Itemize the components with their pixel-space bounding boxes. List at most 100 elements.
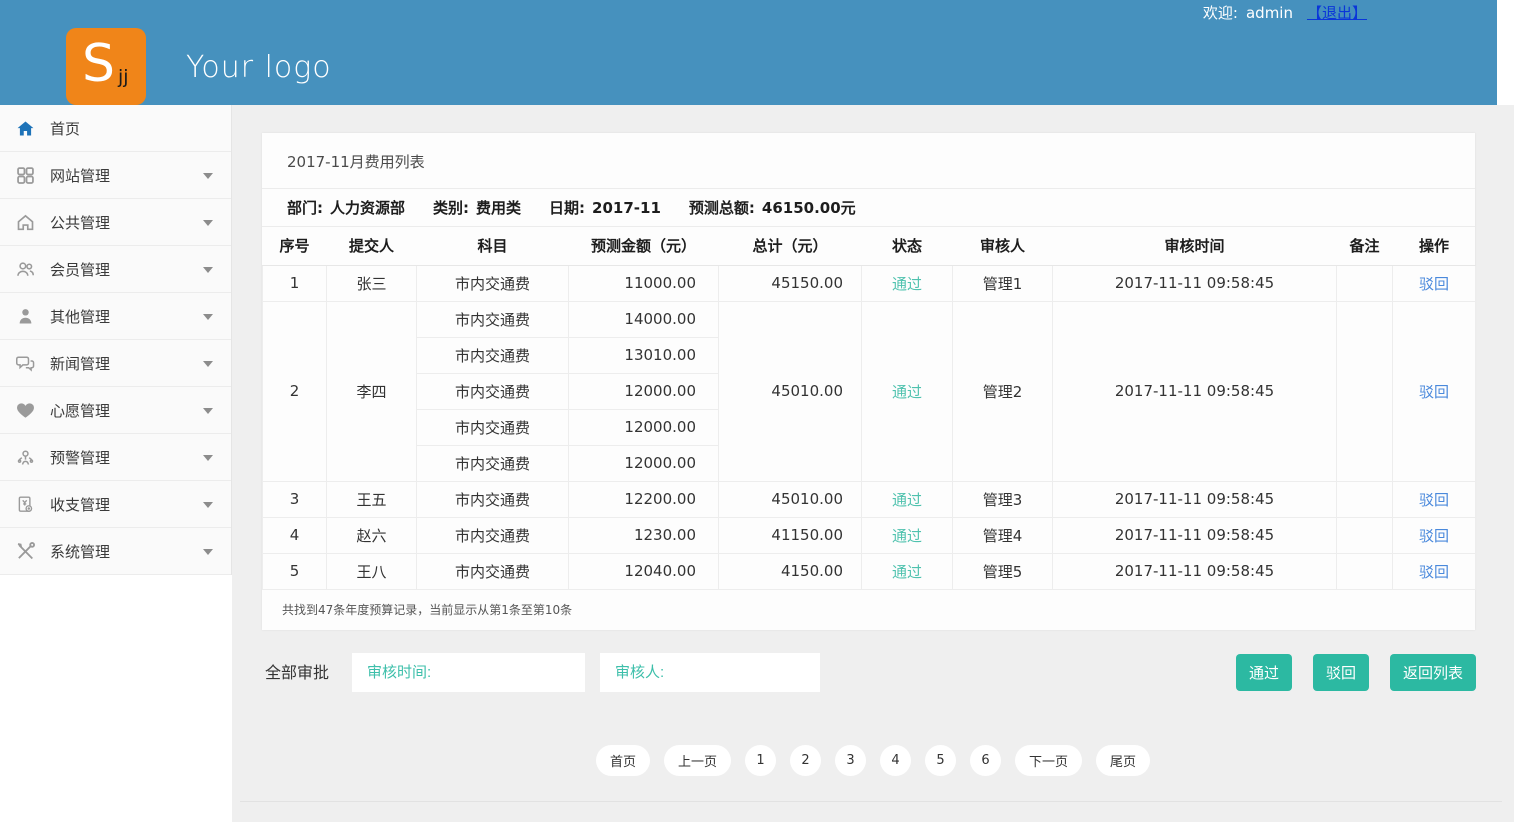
cell-action: 驳回 [1393, 553, 1476, 589]
approval-buttons: 通过 驳回 返回列表 [1236, 654, 1476, 691]
cell-remark [1337, 301, 1393, 481]
sidebar-item-label: 心愿管理 [50, 400, 110, 421]
cell-audit-time: 2017-11-11 09:58:45 [1053, 265, 1337, 301]
cell-audit-time: 2017-11-11 09:58:45 [1053, 481, 1337, 517]
reject-button[interactable]: 驳回 [1313, 654, 1369, 691]
sidebar-item-5[interactable]: 其他管理 [0, 293, 231, 340]
cell-audit-time: 2017-11-11 09:58:45 [1053, 517, 1337, 553]
table-row: 2李四市内交通费14000.0045010.00通过管理22017-11-11 … [263, 301, 1476, 337]
cell-seq: 3 [263, 481, 327, 517]
sidebar-item-6[interactable]: 新闻管理 [0, 340, 231, 387]
cell-auditor: 管理4 [953, 517, 1053, 553]
col-auditor: 审核人 [953, 227, 1053, 265]
sidebar-item-3[interactable]: 公共管理 [0, 199, 231, 246]
pagination-last[interactable]: 尾页 [1096, 745, 1150, 776]
users-icon [14, 258, 36, 280]
filter-value: 人力资源部 [330, 199, 405, 217]
pagination-page-5[interactable]: 5 [925, 745, 956, 776]
cell-subject: 市内交通费 [417, 265, 569, 301]
bottom-divider [240, 801, 1502, 802]
sidebar-item-10[interactable]: 系统管理 [0, 528, 231, 575]
pagination-page-3[interactable]: 3 [835, 745, 866, 776]
grid-icon [14, 164, 36, 186]
sidebar-item-label: 公共管理 [50, 212, 110, 233]
cell-status: 通过 [862, 301, 953, 481]
cell-subject: 市内交通费 [417, 301, 569, 337]
cell-auditor: 管理1 [953, 265, 1053, 301]
cell-action-link[interactable]: 驳回 [1419, 383, 1449, 401]
cell-seq: 4 [263, 517, 327, 553]
col-amount: 预测金额（元） [569, 227, 719, 265]
sidebar-item-label: 首页 [50, 118, 80, 139]
pagination-prev[interactable]: 上一页 [664, 745, 731, 776]
welcome-bar: 欢迎:admin【退出】 [1203, 2, 1367, 23]
cell-subject: 市内交通费 [417, 553, 569, 589]
cell-audit-time: 2017-11-11 09:58:45 [1053, 553, 1337, 589]
cell-subject: 市内交通费 [417, 373, 569, 409]
batch-approval-bar: 全部审批 通过 驳回 返回列表 [265, 653, 1476, 693]
cell-remark [1337, 481, 1393, 517]
sidebar-item-7[interactable]: 心愿管理 [0, 387, 231, 434]
sidebar-item-9[interactable]: 收支管理 [0, 481, 231, 528]
col-status: 状态 [862, 227, 953, 265]
filter-summary-row: 部门:人力资源部类别:费用类日期:2017-11预测总额:46150.00元 [262, 189, 1475, 227]
cell-action-link[interactable]: 驳回 [1419, 275, 1449, 293]
sidebar-item-label: 新闻管理 [50, 353, 110, 374]
cell-status-link[interactable]: 通过 [892, 491, 922, 509]
cell-status-link[interactable]: 通过 [892, 383, 922, 401]
pagination-first[interactable]: 首页 [596, 745, 650, 776]
pagination-page-1[interactable]: 1 [745, 745, 776, 776]
cell-action-link[interactable]: 驳回 [1419, 491, 1449, 509]
chevron-down-icon [203, 549, 213, 555]
logo-letter-sub: jj [118, 66, 129, 88]
cell-status: 通过 [862, 517, 953, 553]
top-header-bar: 欢迎:admin【退出】 S jj Your logo [0, 0, 1497, 105]
auditor-input[interactable] [600, 653, 820, 692]
audit-time-input[interactable] [352, 653, 585, 692]
sidebar-item-4[interactable]: 会员管理 [0, 246, 231, 293]
sidebar-item-8[interactable]: 预警管理 [0, 434, 231, 481]
filter-item-3: 日期:2017-11 [549, 197, 661, 218]
cell-subject: 市内交通费 [417, 337, 569, 373]
sidebar-item-2[interactable]: 网站管理 [0, 152, 231, 199]
cell-status: 通过 [862, 265, 953, 301]
cell-total: 41150.00 [719, 517, 862, 553]
cell-action: 驳回 [1393, 301, 1476, 481]
cell-status-link[interactable]: 通过 [892, 563, 922, 581]
pagination-page-4[interactable]: 4 [880, 745, 911, 776]
filter-value: 2017-11 [592, 199, 661, 217]
logout-link[interactable]: 【退出】 [1307, 4, 1367, 22]
cell-amount: 12000.00 [569, 409, 719, 445]
logo-badge: S jj [66, 28, 146, 105]
cell-status-link[interactable]: 通过 [892, 527, 922, 545]
heart-icon [14, 399, 36, 421]
cell-action-link[interactable]: 驳回 [1419, 563, 1449, 581]
cell-remark [1337, 553, 1393, 589]
pagination-page-2[interactable]: 2 [790, 745, 821, 776]
cell-amount: 11000.00 [569, 265, 719, 301]
chevron-down-icon [203, 314, 213, 320]
home-icon [14, 117, 36, 139]
cell-amount: 12200.00 [569, 481, 719, 517]
invoice-icon [14, 493, 36, 515]
cell-auditor: 管理5 [953, 553, 1053, 589]
pass-button[interactable]: 通过 [1236, 654, 1292, 691]
cell-remark [1337, 265, 1393, 301]
filter-item-1: 部门:人力资源部 [287, 197, 405, 218]
cell-action-link[interactable]: 驳回 [1419, 527, 1449, 545]
cell-auditor: 管理3 [953, 481, 1053, 517]
chevron-down-icon [203, 220, 213, 226]
cell-auditor: 管理2 [953, 301, 1053, 481]
pagination-next[interactable]: 下一页 [1015, 745, 1082, 776]
table-header-row: 序号提交人科目预测金额（元）总计（元）状态审核人审核时间备注操作 [263, 227, 1476, 265]
pagination-page-6[interactable]: 6 [970, 745, 1001, 776]
chevron-down-icon [203, 455, 213, 461]
sidebar-item-1[interactable]: 首页 [0, 105, 231, 152]
back-to-list-button[interactable]: 返回列表 [1390, 654, 1476, 691]
cell-status-link[interactable]: 通过 [892, 275, 922, 293]
cell-amount: 12000.00 [569, 373, 719, 409]
page-title: 2017-11月费用列表 [262, 133, 1475, 189]
logo-text: Your logo [186, 50, 332, 85]
cell-subject: 市内交通费 [417, 481, 569, 517]
chevron-down-icon [203, 502, 213, 508]
